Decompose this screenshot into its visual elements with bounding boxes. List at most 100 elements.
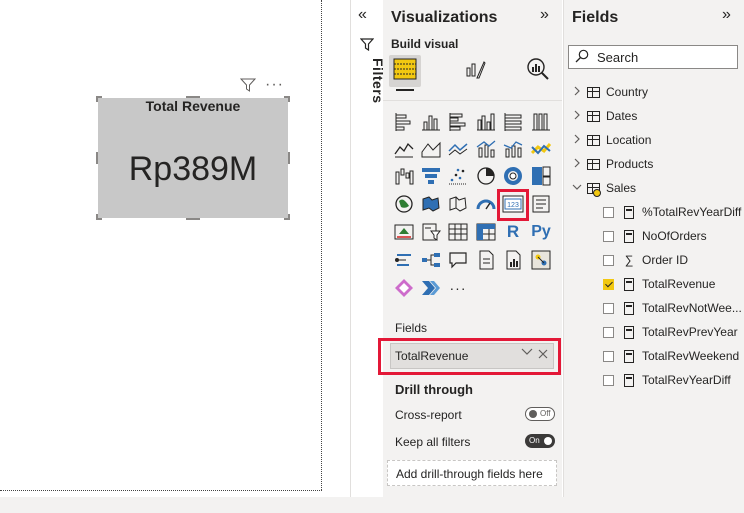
decomposition-tree-icon[interactable] [420,249,442,271]
field-checkbox[interactable] [603,254,614,266]
arcgis-map-icon[interactable] [530,249,552,271]
table-dates[interactable]: Dates [572,106,637,126]
stacked-area-chart-icon[interactable] [447,138,469,160]
field-checkbox[interactable] [603,326,614,338]
drill-through-title: Drill through [395,382,473,397]
line-chart-icon[interactable] [393,138,415,160]
field-row[interactable]: TotalRevPrevYear [603,322,738,342]
scatter-chart-icon[interactable] [447,165,469,187]
resize-handle[interactable] [186,218,200,220]
more-options-icon[interactable]: ··· [265,76,284,94]
expand-filters-icon[interactable]: « [358,6,367,24]
shape-map-icon[interactable] [447,193,469,215]
100-stacked-column-chart-icon[interactable] [530,111,552,133]
calculator-icon [624,325,634,339]
chevron-right-icon[interactable] [572,110,582,123]
field-checkbox[interactable] [603,350,614,362]
kpi-icon[interactable] [393,221,415,243]
field-name: TotalRevNotWee... [642,301,742,315]
table-icon [587,182,601,197]
qa-visual-icon[interactable] [447,249,469,271]
search-input[interactable] [568,45,738,69]
tab-analytics[interactable] [522,55,554,87]
calculator-icon [624,349,634,363]
chevron-right-icon[interactable] [572,134,582,147]
field-name: %TotalRevYearDiff [642,205,742,219]
cross-report-toggle[interactable]: Off [525,407,555,421]
field-checkbox[interactable] [603,374,614,386]
resize-handle[interactable] [284,218,290,220]
smart-narrative-icon[interactable] [475,249,497,271]
chevron-right-icon[interactable] [572,158,582,171]
100-stacked-bar-chart-icon[interactable] [502,111,524,133]
filter-icon[interactable] [239,78,257,92]
slicer-icon[interactable] [420,221,442,243]
power-apps-icon[interactable] [393,277,415,299]
map-icon[interactable] [393,193,415,215]
chevron-down-icon[interactable] [572,182,582,195]
resize-handle[interactable] [288,96,290,102]
field-checkbox[interactable] [603,278,614,290]
resize-handle[interactable] [96,218,102,220]
more-visuals-icon[interactable]: ··· [447,277,469,299]
line-and-stacked-column-chart-icon[interactable] [475,138,497,160]
table-products[interactable]: Products [572,154,653,174]
donut-chart-icon[interactable] [502,165,524,187]
tab-build-visual[interactable] [389,55,421,87]
tab-format-visual[interactable] [459,55,491,87]
treemap-icon[interactable] [530,165,552,187]
toggle-state: On [529,436,540,445]
table-sales[interactable]: Sales [572,178,636,198]
stacked-column-chart-icon[interactable] [420,111,442,133]
resize-handle[interactable] [186,96,200,98]
field-checkbox[interactable] [603,206,614,218]
divider [383,100,562,101]
gauge-icon[interactable] [475,193,497,215]
table-country[interactable]: Country [572,82,648,102]
stacked-bar-chart-icon[interactable] [393,111,415,133]
waterfall-chart-icon[interactable] [393,165,415,187]
field-row[interactable]: TotalRevenue [603,274,715,294]
pie-chart-icon[interactable] [475,165,497,187]
calculator-icon [624,277,634,291]
r-script-visual-icon[interactable]: R [502,221,524,243]
table-name: Location [606,133,652,147]
collapse-visualizations-icon[interactable]: » [540,6,549,24]
card-value: Rp389M [128,150,258,188]
line-and-clustered-column-chart-icon[interactable] [502,138,524,160]
python-visual-icon[interactable]: Py [530,221,552,243]
field-row[interactable]: %TotalRevYearDiff [603,202,741,222]
field-row[interactable]: TotalRevWeekend [603,346,739,366]
area-chart-icon[interactable] [420,138,442,160]
keep-all-filters-toggle[interactable]: On [525,434,555,448]
multi-row-card-icon[interactable] [530,193,552,215]
resize-handle[interactable] [96,96,98,102]
field-row[interactable]: TotalRevNotWee... [603,298,742,318]
field-row[interactable]: NoOfOrders [603,226,707,246]
report-canvas[interactable] [0,0,350,513]
clustered-column-chart-icon[interactable] [475,111,497,133]
key-influencers-icon[interactable] [393,249,415,271]
matrix-icon[interactable] [475,221,497,243]
table-location[interactable]: Location [572,130,651,150]
power-automate-icon[interactable] [420,277,442,299]
chevron-right-icon[interactable] [572,86,582,99]
field-checkbox[interactable] [603,302,614,314]
field-checkbox[interactable] [603,230,614,242]
field-row[interactable]: ∑ Order ID [603,250,688,270]
resize-handle[interactable] [288,152,290,164]
field-row[interactable]: TotalRevYearDiff [603,370,731,390]
card-title: Total Revenue [145,98,241,114]
funnel-chart-icon[interactable] [420,165,442,187]
ribbon-chart-icon[interactable] [530,138,552,160]
collapse-fields-icon[interactable]: » [722,6,731,24]
filled-map-icon[interactable] [420,193,442,215]
clustered-bar-chart-icon[interactable] [447,111,469,133]
field-well-highlight [378,338,561,375]
paginated-report-icon[interactable] [502,249,524,271]
search-placeholder: Search [597,50,639,65]
table-icon[interactable] [447,221,469,243]
table-name: Sales [606,181,637,195]
build-visual-label: Build visual [391,37,459,51]
resize-handle[interactable] [96,152,98,164]
